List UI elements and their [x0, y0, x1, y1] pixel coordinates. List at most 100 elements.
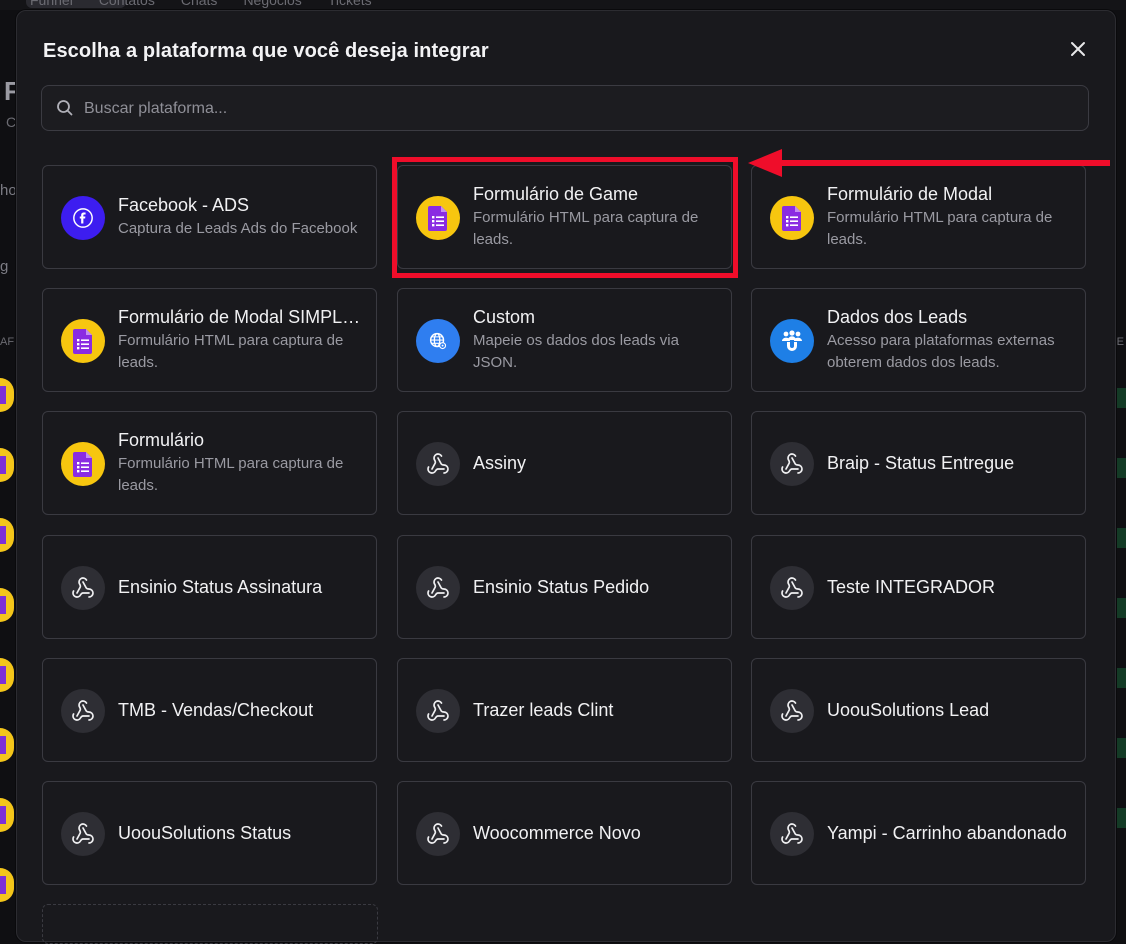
annotation-highlight-box — [392, 157, 738, 278]
webhook-icon — [770, 812, 814, 856]
background-avatar — [0, 378, 14, 412]
background-status-mark — [1116, 738, 1126, 758]
webhook-icon — [61, 566, 105, 610]
platform-name: Facebook - ADS — [118, 195, 250, 215]
platform-name: TMB - Vendas/Checkout — [118, 700, 314, 720]
add-platform-card[interactable] — [42, 904, 378, 944]
platform-name: Yampi - Carrinho abandonado — [827, 823, 1067, 843]
background-status-mark — [1116, 458, 1126, 478]
platform-card[interactable]: Yampi - Carrinho abandonado — [751, 781, 1086, 885]
close-button[interactable] — [1066, 37, 1090, 61]
platform-text: Dados dos Leads Acesso para plataformas e… — [827, 306, 1071, 374]
webhook-icon — [770, 442, 814, 486]
platform-text: Trazer leads Clint — [473, 699, 717, 721]
platform-description: Formulário HTML para captura de leads. — [118, 455, 344, 494]
background-column-header: E — [1116, 336, 1124, 348]
platform-name: Woocommerce Novo — [473, 823, 641, 843]
background-left-strip: F C ho g AF — [0, 10, 20, 925]
platform-text: Formulário de Modal Formulário HTML para … — [827, 183, 1071, 251]
platform-text: Ensinio Status Pedido — [473, 576, 717, 598]
nav-item: Chats — [180, 0, 218, 8]
background-status-mark — [1116, 668, 1126, 688]
platform-card[interactable]: Trazer leads Clint — [397, 658, 732, 762]
nav-item: Funnel — [30, 0, 73, 8]
platform-text: Formulário Formulário HTML para captura d… — [118, 429, 362, 497]
platform-card[interactable]: Facebook - ADS Captura de Leads Ads do Fa… — [42, 165, 377, 269]
modal-title: Escolha a plataforma que você deseja int… — [43, 40, 489, 62]
platform-card[interactable]: UoouSolutions Status — [42, 781, 377, 885]
platform-text: Ensinio Status Assinatura — [118, 576, 362, 598]
background-nav: Funnel Contatos Chats Negócios Tickets — [30, 0, 372, 8]
platform-card[interactable]: UoouSolutions Lead — [751, 658, 1086, 762]
platform-card[interactable]: Formulário de Modal Formulário HTML para … — [751, 165, 1086, 269]
background-tab: ho — [0, 182, 17, 199]
nav-item: Tickets — [327, 0, 372, 8]
platform-card[interactable]: Teste INTEGRADOR — [751, 535, 1086, 639]
platform-text: Assiny — [473, 452, 717, 474]
search-icon — [57, 100, 73, 116]
form-icon — [61, 442, 105, 486]
platform-card[interactable]: Woocommerce Novo — [397, 781, 732, 885]
platform-card[interactable]: Braip - Status Entregue — [751, 411, 1086, 515]
platform-name: Formulário — [118, 430, 205, 450]
nav-item: Contatos — [98, 0, 155, 8]
background-avatar — [0, 658, 14, 692]
platform-name: Teste INTEGRADOR — [827, 577, 996, 597]
form-icon — [770, 196, 814, 240]
platform-card[interactable]: Ensinio Status Assinatura — [42, 535, 377, 639]
webhook-icon — [61, 812, 105, 856]
platform-text: Teste INTEGRADOR — [827, 576, 1071, 598]
platform-text: Woocommerce Novo — [473, 822, 717, 844]
background-topbar: Funnel Contatos Chats Negócios Tickets — [0, 0, 1126, 10]
platform-description: Formulário HTML para captura de leads. — [827, 209, 1053, 248]
platform-card[interactable]: Custom Mapeie os dados dos leads via JSON… — [397, 288, 732, 392]
background-column-header: AF — [0, 336, 15, 348]
background-status-mark — [1116, 598, 1126, 618]
platform-card[interactable]: Dados dos Leads Acesso para plataformas e… — [751, 288, 1086, 392]
platform-card[interactable]: Ensinio Status Pedido — [397, 535, 732, 639]
users-icon — [770, 319, 814, 363]
platform-description: Mapeie os dados dos leads via JSON. — [473, 332, 679, 371]
platform-text: Braip - Status Entregue — [827, 452, 1071, 474]
platform-card[interactable]: TMB - Vendas/Checkout — [42, 658, 377, 762]
platform-text: Formulário de Modal SIMPLES Formulário HT… — [118, 306, 362, 374]
annotation-arrow-line — [780, 160, 1110, 166]
background-lead-text: g — [0, 258, 9, 275]
background-status-mark — [1116, 528, 1126, 548]
platform-text: Yampi - Carrinho abandonado — [827, 822, 1071, 844]
platform-card[interactable]: Formulário Formulário HTML para captura d… — [42, 411, 377, 515]
platform-text: Custom Mapeie os dados dos leads via JSON… — [473, 306, 717, 374]
background-avatar — [0, 448, 14, 482]
background-status-mark — [1116, 388, 1126, 408]
background-page-subtitle: C — [6, 114, 17, 130]
webhook-icon — [416, 812, 460, 856]
platform-name: Braip - Status Entregue — [827, 453, 1015, 473]
background-avatar — [0, 868, 14, 902]
webhook-icon — [416, 442, 460, 486]
platform-description: Acesso para plataformas externas obterem… — [827, 332, 1055, 371]
background-avatar — [0, 588, 14, 622]
platform-name: Ensinio Status Assinatura — [118, 577, 323, 597]
search-input[interactable] — [82, 86, 1076, 132]
platform-text: Facebook - ADS Captura de Leads Ads do Fa… — [118, 194, 362, 240]
background-avatar — [0, 798, 14, 832]
form-icon — [61, 319, 105, 363]
webhook-icon — [61, 689, 105, 733]
platform-description: Captura de Leads Ads do Facebook — [118, 220, 358, 237]
platform-name: Assiny — [473, 453, 527, 473]
search-box[interactable] — [41, 85, 1089, 132]
background-status-mark — [1116, 808, 1126, 828]
background-avatar — [0, 728, 14, 762]
webhook-icon — [416, 689, 460, 733]
platform-description: Formulário HTML para captura de leads. — [118, 332, 344, 371]
platform-name: UoouSolutions Lead — [827, 700, 990, 720]
globe-icon — [416, 319, 460, 363]
platform-card[interactable]: Assiny — [397, 411, 732, 515]
annotation-arrow-head — [748, 149, 782, 177]
platform-name: Trazer leads Clint — [473, 700, 614, 720]
platform-card[interactable]: Formulário de Modal SIMPLES Formulário HT… — [42, 288, 377, 392]
facebook-icon — [61, 196, 105, 240]
platform-text: TMB - Vendas/Checkout — [118, 699, 362, 721]
platform-text: UoouSolutions Status — [118, 822, 362, 844]
platform-name: Dados dos Leads — [827, 307, 968, 327]
